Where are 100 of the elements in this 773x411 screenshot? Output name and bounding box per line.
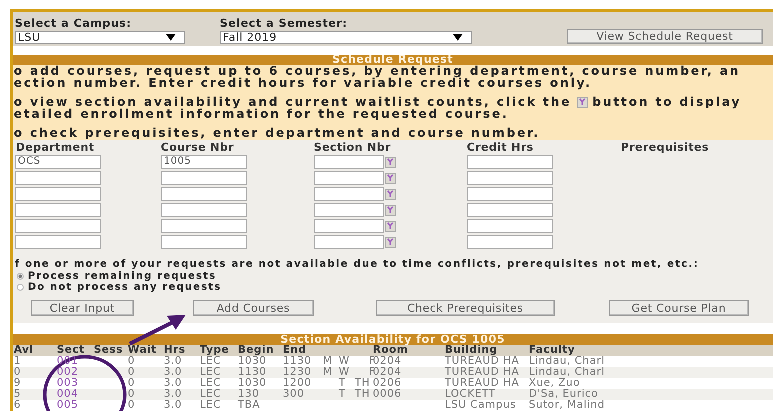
radio-button[interactable] — [17, 273, 24, 280]
add-courses-button[interactable]: Add Courses — [193, 300, 314, 316]
table-cell-text: 5 — [13, 389, 22, 400]
table-cell-text: Xue, Zuo — [529, 378, 582, 389]
table-cell-text: LOCKETT — [445, 389, 497, 400]
table-cell-text: 1 — [13, 356, 22, 367]
section-number-field[interactable] — [314, 171, 384, 185]
table-cell-text: 3.0 — [164, 367, 184, 378]
lookup-button[interactable] — [385, 220, 396, 232]
table-cell-text: TUREAUD HA — [445, 367, 520, 378]
course-number-field[interactable] — [161, 187, 247, 201]
table-cell-text: 0006 — [373, 389, 403, 400]
section-number-field[interactable] — [314, 235, 384, 249]
course-number-field[interactable] — [161, 203, 247, 217]
column-header: Building — [445, 345, 499, 356]
table-cell-text: 0 — [128, 389, 136, 400]
table-cell-text: 0 — [128, 378, 136, 389]
table-cell-text: 3.0 — [164, 389, 184, 400]
credit-hours-field[interactable] — [467, 155, 553, 169]
department-field[interactable] — [15, 203, 101, 217]
campus-select[interactable]: LSU — [15, 31, 185, 44]
section-number-field[interactable] — [314, 155, 384, 169]
lookup-button[interactable] — [385, 204, 396, 216]
table-cell-text: 6 — [13, 400, 22, 411]
section-link[interactable]: 004 — [57, 389, 94, 400]
column-header: Begin — [238, 345, 276, 356]
semester-select[interactable]: Fall 2019 — [220, 31, 472, 44]
table-cell-text: TUREAUD HA — [445, 356, 520, 367]
table-cell-text: Sutor, Malind — [529, 400, 606, 411]
table-cell-text: 1230 — [283, 367, 313, 378]
table-cell-text: D'Sa, Eurico — [529, 389, 600, 400]
credit-hours-field[interactable] — [467, 219, 553, 233]
section-number-field[interactable] — [314, 219, 384, 233]
day-cell: TH — [355, 378, 369, 389]
day-cell: TH — [355, 389, 369, 400]
course-number-field[interactable]: 1005 — [161, 155, 247, 169]
table-cell-text: 1130 — [283, 356, 313, 367]
dropdown-arrow-icon — [166, 34, 176, 41]
option-label: Do not process any requests — [28, 282, 222, 293]
column-header: Avl — [13, 345, 35, 356]
instruction-text: o add courses, request up to 6 courses, by entering department, course number, an — [14, 65, 742, 77]
marker-icon — [387, 190, 394, 198]
table-cell-text: LEC — [200, 400, 222, 411]
radio-button[interactable] — [17, 284, 24, 291]
column-header: Faculty — [529, 345, 576, 356]
get-course-plan-button[interactable]: Get Course Plan — [609, 300, 749, 316]
day-cell-text: M — [323, 367, 334, 378]
section-link[interactable]: 005 — [57, 400, 94, 411]
section-link[interactable]: 002 — [57, 367, 94, 378]
check-prerequisites-button[interactable]: Check Prerequisites — [376, 300, 555, 316]
section-number-field[interactable] — [314, 187, 384, 201]
table-cell-text: 0204 — [373, 356, 403, 367]
day-cell-text: W — [339, 367, 351, 378]
department-field[interactable] — [15, 171, 101, 185]
credit-hours-field[interactable] — [467, 203, 553, 217]
day-cell: F — [369, 356, 375, 367]
dropdown-arrow-icon — [453, 34, 463, 41]
instruction-text: etailed enrollment information for the requested course. — [14, 108, 510, 120]
course-number-field[interactable] — [161, 219, 247, 233]
section-number-field[interactable] — [314, 203, 384, 217]
department-field[interactable] — [15, 235, 101, 249]
lookup-button[interactable] — [385, 156, 396, 168]
lookup-button[interactable] — [385, 188, 396, 200]
day-cell-text: M — [323, 356, 334, 367]
table-cell-text: 1200 — [283, 378, 313, 389]
marker-icon — [387, 158, 394, 166]
prerequisites-header: Prerequisites — [621, 142, 710, 153]
day-cell-text: T — [339, 389, 347, 400]
credit-hours-field[interactable] — [467, 187, 553, 201]
column-header: Sess — [94, 345, 124, 356]
section-number-header: Section Nbr — [314, 142, 392, 153]
department-field[interactable] — [15, 219, 101, 233]
lookup-button[interactable] — [385, 172, 396, 184]
lookup-button[interactable] — [385, 236, 396, 248]
table-cell-text: TUREAUD HA — [445, 378, 520, 389]
marker-icon — [387, 238, 394, 246]
table-cell-text: 0 — [128, 400, 136, 411]
marker-icon — [578, 98, 586, 106]
lookup-button[interactable] — [576, 96, 588, 108]
table-cell-text: TBA — [238, 400, 262, 411]
day-cell-text: W — [339, 356, 351, 367]
department-header: Department — [15, 142, 96, 153]
course-number-field[interactable] — [161, 235, 247, 249]
day-cell-text: T — [339, 378, 347, 389]
table-cell-text: 0204 — [373, 367, 403, 378]
instruction-text: o view section availability and current waitlist counts, click the — [14, 96, 572, 108]
column-header: Type — [200, 345, 230, 356]
credit-hours-field[interactable] — [467, 171, 553, 185]
day-cell: F — [369, 367, 375, 378]
field-label: Select a Campus: — [15, 17, 133, 31]
department-field[interactable]: OCS — [15, 155, 101, 169]
table-cell-text: LEC — [200, 356, 222, 367]
table-cell-text: 3.0 — [164, 400, 184, 411]
column-header: Hrs — [164, 345, 187, 356]
department-field[interactable] — [15, 187, 101, 201]
view-schedule-button[interactable]: View Schedule Request — [567, 29, 763, 44]
course-number-field[interactable] — [161, 171, 247, 185]
clear-input-button[interactable]: Clear Input — [31, 300, 134, 316]
credit-hours-field[interactable] — [467, 235, 553, 249]
section-link[interactable]: 003 — [57, 378, 94, 389]
